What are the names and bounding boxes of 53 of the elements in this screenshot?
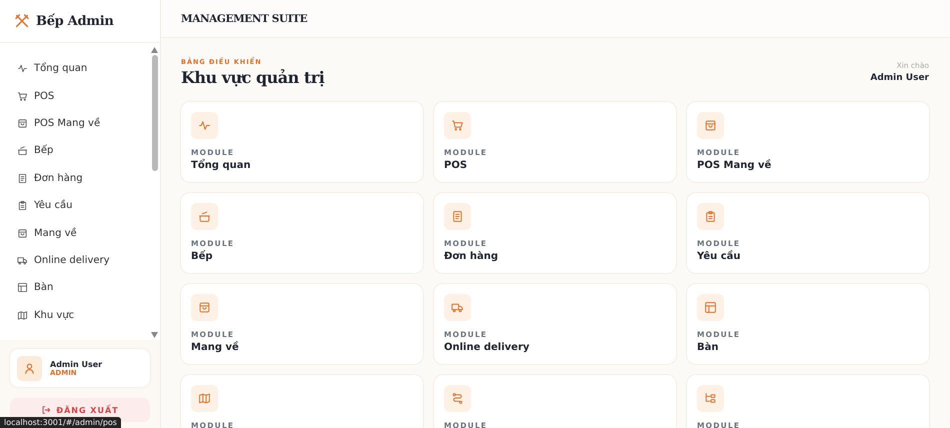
map-icon [198,392,211,405]
module-title: Bàn [697,342,720,353]
nav-item[interactable]: POS [17,82,150,110]
logout-icon [41,405,52,415]
cart-icon [17,90,28,102]
activity-icon [198,119,211,132]
truck-icon [17,254,28,266]
receipt-icon [17,172,28,184]
table-icon [704,301,717,314]
nav-item[interactable]: Bếp [17,137,150,165]
table-icon [17,282,28,294]
cart-icon [451,119,464,132]
bag-icon [704,119,717,132]
route-icon [451,392,464,405]
module-title: Online delivery [444,342,530,353]
pot-icon [17,145,28,156]
nav-item[interactable]: Yêu cầu [17,192,150,220]
module-title: Đơn hàng [444,251,499,262]
nav-item[interactable]: Bàn [17,274,150,302]
clipboard-icon [704,210,717,223]
user-name: Admin User [50,360,102,368]
map-icon [17,310,28,321]
bag-icon [198,301,211,314]
hierarchy-icon [704,392,717,405]
module-title: Yêu cầu [697,251,742,262]
header-title: MANAGEMENT SUITE [181,12,308,24]
nav-item[interactable]: POS Mang về [17,110,150,138]
user-icon [23,362,36,374]
nav-item[interactable]: Tổng quan [17,55,150,82]
greeting-user-name: Admin User [870,73,929,83]
utensils-icon [14,13,30,29]
status-url: localhost:3001/#/admin/pos [0,417,121,428]
nav-item[interactable]: Online delivery [17,246,150,274]
nav-item[interactable]: Đơn hàng [17,164,150,192]
scroll-down-icon[interactable] [151,332,158,338]
module-title: POS [444,160,468,171]
brand-name: Bếp Admin [36,14,114,28]
activity-icon [17,63,28,74]
scrollbar-thumb[interactable] [152,55,158,171]
nav-item[interactable]: Khu vực [17,302,150,329]
bag-icon [17,228,28,239]
module-title: Mang về [191,342,240,353]
module-title: Bếp [191,251,214,262]
receipt-icon [451,210,464,223]
pot-icon [198,210,211,223]
truck-icon [451,301,464,314]
clipboard-icon [17,200,28,212]
scroll-up-icon[interactable] [151,47,158,53]
module-title: POS Mang về [697,160,772,171]
page-title: Khu vực quản trị [181,68,324,87]
nav-item[interactable]: Mang về [17,219,150,247]
module-title: Tổng quan [191,160,252,171]
bag-icon [17,118,28,129]
